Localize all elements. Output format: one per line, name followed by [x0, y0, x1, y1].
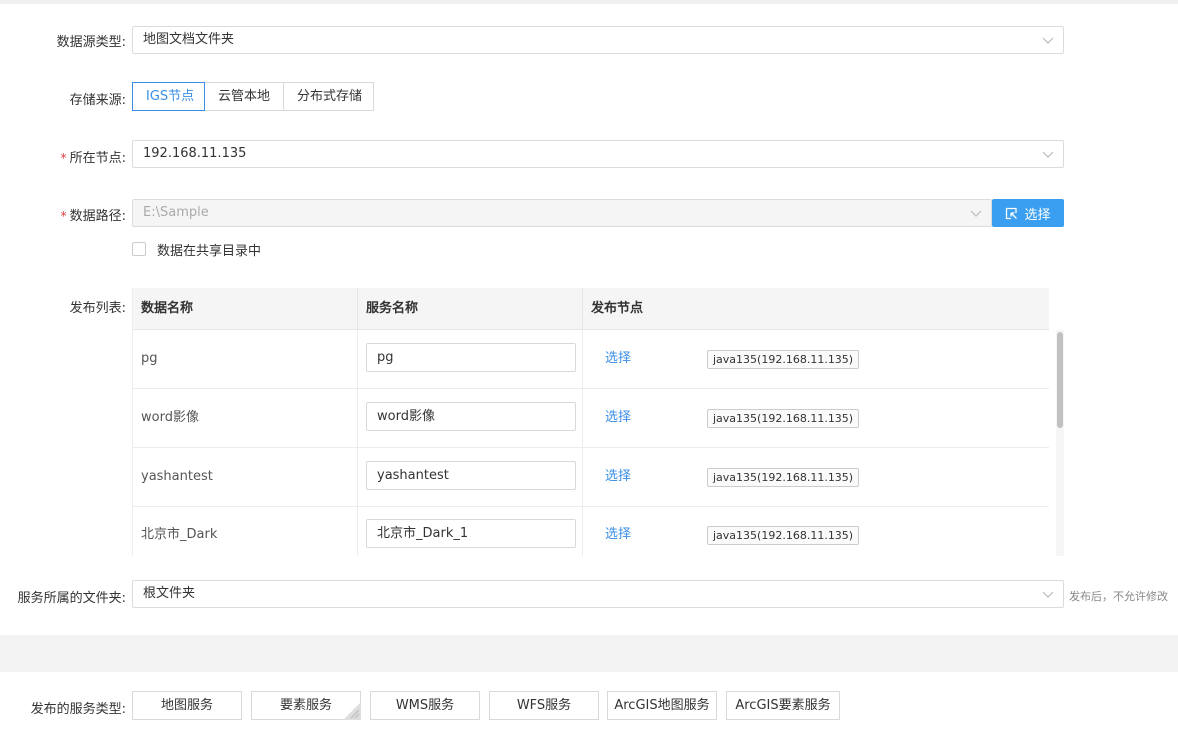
service-type-arcgis-feature[interactable]: ArcGIS要素服务: [726, 691, 840, 720]
service-name-input[interactable]: pg: [366, 343, 576, 372]
table-row: word影像 word影像 选择 java135(192.168.11.135): [133, 389, 1049, 448]
folder-hint: 发布后，不允许修改: [1069, 590, 1168, 603]
data-name-cell: yashantest: [133, 448, 358, 506]
table-header: 数据名称 服务名称 发布节点: [133, 288, 1049, 330]
select-node-link[interactable]: 选择: [605, 330, 631, 388]
storage-source-group: IGS节点 云管本地 分布式存储: [132, 82, 374, 111]
select-node-link[interactable]: 选择: [605, 506, 631, 556]
chevron-down-icon: [1042, 151, 1054, 158]
data-name-cell: word影像: [133, 389, 358, 447]
service-type-arcgis-map[interactable]: ArcGIS地图服务: [607, 691, 717, 720]
service-types-label: 发布的服务类型:: [30, 702, 126, 717]
chevron-down-icon: [1042, 591, 1054, 598]
corner-mark-icon: [343, 702, 361, 720]
chevron-down-icon: [970, 210, 982, 217]
table-row: 北京市_Dark 北京市_Dark_1 选择 java135(192.168.1…: [133, 506, 1049, 556]
data-name-cell: 北京市_Dark: [133, 506, 358, 556]
pick-button-label: 选择: [1024, 207, 1051, 223]
select-icon: [1006, 207, 1018, 219]
select-node-link[interactable]: 选择: [605, 448, 631, 506]
datasource-type-label: 数据源类型:: [56, 35, 126, 50]
col-service-name: 服务名称: [358, 288, 583, 330]
data-path-value: E:\Sample: [143, 205, 209, 220]
node-tag: java135(192.168.11.135): [707, 350, 860, 369]
data-path-label: * 数据路径:: [20, 205, 126, 224]
node-label: * 所在节点:: [20, 147, 126, 166]
storage-option-distributed[interactable]: 分布式存储: [283, 82, 374, 111]
node-tag: java135(192.168.11.135): [707, 526, 860, 545]
node-value: 192.168.11.135: [143, 146, 247, 161]
node-label-text: 所在节点:: [69, 151, 126, 166]
section-divider: [0, 635, 1178, 672]
required-mark: *: [60, 209, 67, 223]
col-publish-node: 发布节点: [591, 301, 644, 316]
chevron-down-icon: [1042, 37, 1054, 44]
data-path-pick-button[interactable]: 选择: [992, 199, 1064, 227]
table-scroll-thumb[interactable]: [1057, 332, 1063, 428]
datasource-type-value: 地图文档文件夹: [143, 32, 235, 47]
node-tag: java135(192.168.11.135): [707, 468, 860, 487]
shared-dir-label: 数据在共享目录中: [157, 244, 262, 259]
storage-option-cloud-local[interactable]: 云管本地: [204, 82, 284, 111]
service-type-feature-label: 要素服务: [279, 698, 332, 713]
node-select[interactable]: 192.168.11.135: [132, 140, 1064, 168]
service-name-input[interactable]: yashantest: [366, 461, 576, 490]
publish-list-label: 发布列表:: [69, 301, 126, 316]
data-path-select[interactable]: E:\Sample: [132, 199, 992, 227]
data-path-label-text: 数据路径:: [69, 209, 126, 224]
folder-label: 服务所属的文件夹:: [17, 591, 126, 606]
service-type-map[interactable]: 地图服务: [132, 691, 242, 720]
table-row: pg pg 选择 java135(192.168.11.135): [133, 330, 1049, 389]
service-name-input[interactable]: word影像: [366, 402, 576, 431]
select-node-link[interactable]: 选择: [605, 389, 631, 447]
service-type-wms[interactable]: WMS服务: [370, 691, 480, 720]
datasource-type-select[interactable]: 地图文档文件夹: [132, 26, 1064, 54]
node-tag: java135(192.168.11.135): [707, 409, 860, 428]
top-divider: [0, 0, 1178, 4]
data-name-cell: pg: [133, 330, 358, 388]
folder-value: 根文件夹: [143, 586, 196, 601]
service-name-input[interactable]: 北京市_Dark_1: [366, 519, 576, 548]
table-row: yashantest yashantest 选择 java135(192.168…: [133, 448, 1049, 507]
publish-table: 数据名称 服务名称 发布节点 pg pg 选择 java135(192.168.…: [132, 288, 1064, 556]
col-data-name: 数据名称: [133, 288, 358, 330]
storage-option-igs[interactable]: IGS节点: [132, 82, 205, 111]
folder-select[interactable]: 根文件夹: [132, 580, 1064, 608]
required-mark: *: [60, 151, 67, 165]
service-type-wfs[interactable]: WFS服务: [489, 691, 599, 720]
service-type-feature[interactable]: 要素服务: [251, 691, 361, 720]
storage-source-label: 存储来源:: [69, 93, 126, 108]
shared-dir-checkbox[interactable]: [132, 242, 146, 256]
